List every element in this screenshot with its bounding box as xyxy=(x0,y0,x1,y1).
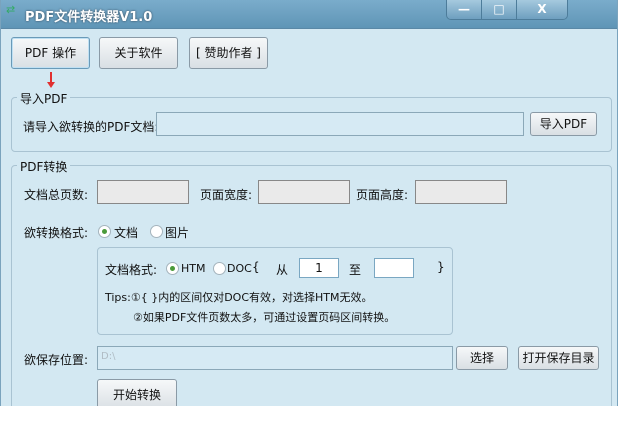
page-width-label: 页面宽度: xyxy=(200,188,253,202)
format-image-label: 图片 xyxy=(165,226,190,240)
import-prompt: 请导入欲转换的PDF文档: xyxy=(23,120,159,134)
open-save-folder-button[interactable]: 打开保存目录 xyxy=(518,346,599,370)
app-icon: ⇄ xyxy=(6,3,16,16)
brace-open: { xyxy=(252,260,260,274)
close-button[interactable]: X xyxy=(517,0,567,19)
title-bar: ⇄ PDF文件转换器V1.0 — □ X xyxy=(1,0,617,29)
pdf-operations-button[interactable]: PDF 操作 xyxy=(11,37,90,69)
doc-radio[interactable] xyxy=(213,262,226,275)
htm-radio[interactable] xyxy=(166,262,179,275)
import-pdf-button[interactable]: 导入PDF xyxy=(530,112,597,136)
doc-label: DOC xyxy=(227,262,252,275)
sponsor-button[interactable]: [ 赞助作者 ] xyxy=(189,37,268,69)
choose-folder-button[interactable]: 选择 xyxy=(456,346,508,370)
minimize-button[interactable]: — xyxy=(447,0,482,19)
import-group-label: 导入PDF xyxy=(17,90,71,107)
format-label: 欲转换格式: xyxy=(24,226,89,240)
to-page-input[interactable] xyxy=(374,258,414,278)
app-window: ⇄ PDF文件转换器V1.0 — □ X PDF 操作 关于软件 [ 赞助作者 … xyxy=(0,0,618,406)
save-path-input[interactable]: D:\ xyxy=(97,346,453,370)
window-title: PDF文件转换器V1.0 xyxy=(25,10,153,25)
tip-1: Tips:①{ }内的区间仅对DOC有效，对选择HTM无效。 xyxy=(105,291,373,304)
format-document-label: 文档 xyxy=(114,226,139,240)
page-width-field xyxy=(258,180,350,204)
tip-2: ②如果PDF文件页数太多，可通过设置页码区间转换。 xyxy=(133,311,396,324)
doc-format-label: 文档格式: xyxy=(105,263,158,277)
format-image-radio[interactable] xyxy=(150,225,163,238)
page-height-field xyxy=(415,180,507,204)
arrow-down-icon xyxy=(47,82,55,88)
maximize-button[interactable]: □ xyxy=(482,0,517,19)
pdf-file-input[interactable] xyxy=(156,112,524,136)
format-document-radio[interactable] xyxy=(98,225,111,238)
start-convert-button[interactable]: 开始转换 xyxy=(97,379,177,406)
from-label: 从 xyxy=(276,263,289,277)
convert-group-label: PDF转换 xyxy=(17,158,71,175)
save-location-label: 欲保存位置: xyxy=(24,353,89,367)
total-pages-field xyxy=(97,180,189,204)
to-label: 至 xyxy=(349,263,362,277)
total-pages-label: 文档总页数: xyxy=(24,188,89,202)
from-page-input[interactable]: 1 xyxy=(299,258,339,278)
htm-label: HTM xyxy=(181,262,206,275)
brace-close: } xyxy=(437,260,445,274)
page-height-label: 页面高度: xyxy=(356,188,409,202)
about-button[interactable]: 关于软件 xyxy=(99,37,178,69)
